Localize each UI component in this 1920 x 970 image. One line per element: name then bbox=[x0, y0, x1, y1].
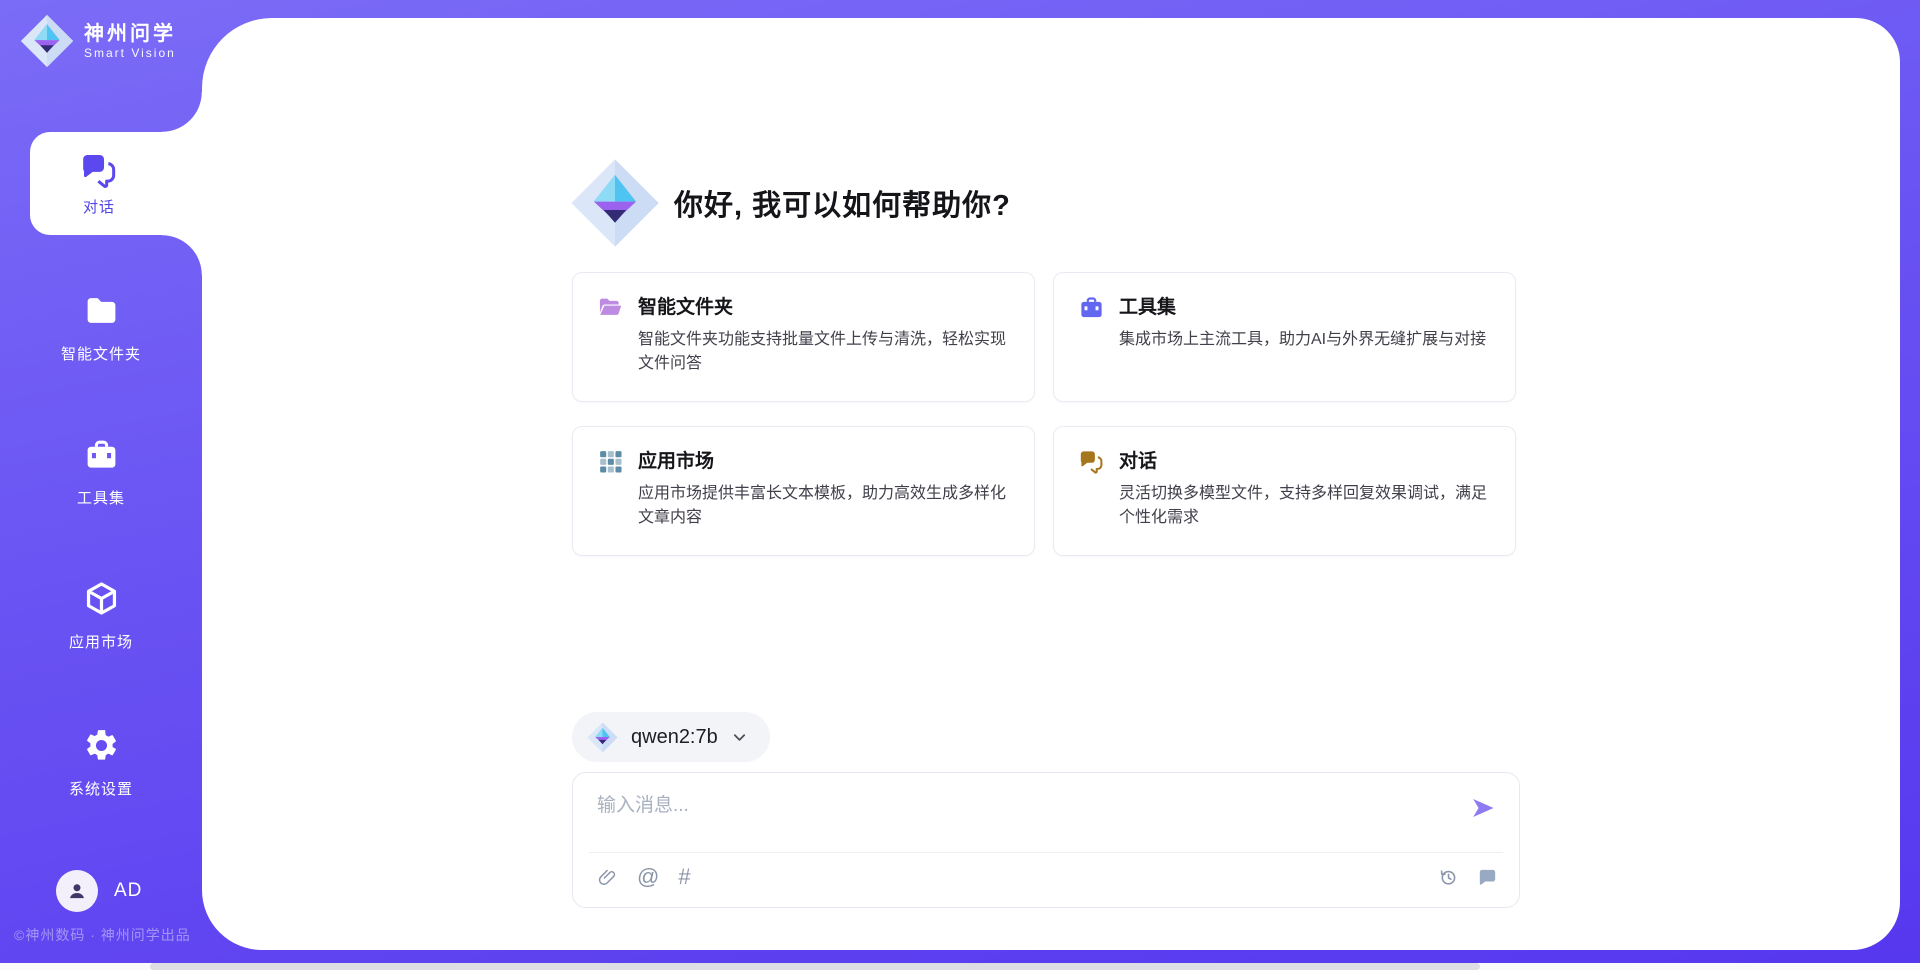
message-input[interactable] bbox=[597, 790, 1427, 842]
sidebar-item-label: 系统设置 bbox=[0, 778, 202, 799]
folder-open-icon bbox=[597, 294, 624, 401]
card-chat[interactable]: 对话 灵活切换多模型文件，支持多样回复效果调试，满足个性化需求 bbox=[1053, 426, 1516, 556]
send-icon bbox=[1469, 794, 1497, 822]
copyright-footer: ©神州数码 · 神州问学出品 bbox=[14, 925, 191, 945]
card-title: 智能文件夹 bbox=[638, 292, 1012, 319]
greeting-diamond-icon bbox=[570, 158, 660, 248]
greeting-header: 你好, 我可以如何帮助你? bbox=[570, 158, 1011, 248]
avatar bbox=[56, 870, 98, 912]
sidebar-item-smart-folder[interactable]: 智能文件夹 bbox=[0, 292, 202, 364]
card-smart-folder[interactable]: 智能文件夹 智能文件夹功能支持批量文件上传与清洗，轻松实现文件问答 bbox=[572, 272, 1035, 402]
card-description: 集成市场上主流工具，助力AI与外界无缝扩展与对接 bbox=[1119, 328, 1486, 352]
toolbox-icon bbox=[1078, 294, 1105, 401]
person-icon bbox=[64, 878, 90, 904]
brand-logo: 神州问学 Smart Vision bbox=[20, 14, 176, 68]
model-name: qwen2:7b bbox=[631, 726, 718, 749]
scrollbar-thumb[interactable] bbox=[150, 963, 1480, 970]
composer-tools-right bbox=[1436, 866, 1499, 889]
card-description: 应用市场提供丰富长文本模板，助力高效生成多样化文章内容 bbox=[638, 482, 1012, 530]
greeting-title: 你好, 我可以如何帮助你? bbox=[674, 182, 1011, 224]
active-item-bottom-curve bbox=[162, 235, 202, 275]
sidebar-item-chat[interactable]: 对话 bbox=[30, 132, 202, 235]
app-window: 神州问学 Smart Vision 对话 智能文件夹 工具集 应用市场 系统设置… bbox=[0, 0, 1920, 970]
toolbox-icon bbox=[83, 436, 120, 473]
brand-diamond-icon bbox=[20, 14, 74, 68]
sidebar-item-label: 对话 bbox=[83, 196, 115, 217]
card-title: 工具集 bbox=[1119, 292, 1486, 319]
gear-icon bbox=[83, 727, 120, 764]
sidebar-item-label: 应用市场 bbox=[0, 631, 202, 652]
horizontal-scrollbar[interactable] bbox=[0, 963, 1920, 970]
grid-icon bbox=[597, 448, 624, 555]
history-button[interactable] bbox=[1436, 866, 1459, 889]
sidebar-item-label: 智能文件夹 bbox=[0, 343, 202, 364]
card-description: 灵活切换多模型文件，支持多样回复效果调试，满足个性化需求 bbox=[1119, 482, 1493, 530]
send-button[interactable] bbox=[1469, 794, 1497, 822]
feature-cards: 智能文件夹 智能文件夹功能支持批量文件上传与清洗，轻松实现文件问答 工具集 集成… bbox=[572, 272, 1520, 556]
card-title: 应用市场 bbox=[638, 446, 1012, 473]
composer-tools-left: @ # bbox=[597, 866, 691, 888]
hashtag-button[interactable]: # bbox=[678, 866, 690, 888]
mention-button[interactable]: @ bbox=[637, 866, 659, 888]
user-initials: AD bbox=[114, 880, 142, 902]
conversation-button[interactable] bbox=[1476, 866, 1499, 889]
brand-subtitle: Smart Vision bbox=[84, 46, 176, 60]
sidebar-item-settings[interactable]: 系统设置 bbox=[0, 727, 202, 799]
sidebar-item-toolset[interactable]: 工具集 bbox=[0, 436, 202, 508]
card-title: 对话 bbox=[1119, 446, 1493, 473]
model-diamond-icon bbox=[587, 722, 618, 753]
chevron-down-icon bbox=[731, 729, 748, 746]
brand-name: 神州问学 bbox=[84, 23, 176, 46]
cube-icon bbox=[83, 580, 120, 617]
user-account[interactable]: AD bbox=[56, 870, 142, 912]
chat-bubble-icon bbox=[1476, 866, 1499, 889]
sidebar-item-app-market[interactable]: 应用市场 bbox=[0, 580, 202, 652]
card-description: 智能文件夹功能支持批量文件上传与清洗，轻松实现文件问答 bbox=[638, 328, 1012, 376]
model-selector[interactable]: qwen2:7b bbox=[572, 712, 770, 762]
message-composer: @ # bbox=[572, 772, 1520, 908]
chat-duo-icon bbox=[1078, 448, 1105, 555]
attach-button[interactable] bbox=[597, 867, 618, 888]
card-toolset[interactable]: 工具集 集成市场上主流工具，助力AI与外界无缝扩展与对接 bbox=[1053, 272, 1516, 402]
card-app-market[interactable]: 应用市场 应用市场提供丰富长文本模板，助力高效生成多样化文章内容 bbox=[572, 426, 1035, 556]
active-item-top-curve bbox=[162, 92, 202, 132]
composer-divider bbox=[589, 852, 1503, 853]
history-clock-icon bbox=[1436, 866, 1459, 889]
sidebar-item-label: 工具集 bbox=[0, 487, 202, 508]
folder-icon bbox=[83, 292, 120, 329]
paperclip-icon bbox=[597, 867, 618, 888]
chat-duo-icon bbox=[79, 150, 119, 190]
